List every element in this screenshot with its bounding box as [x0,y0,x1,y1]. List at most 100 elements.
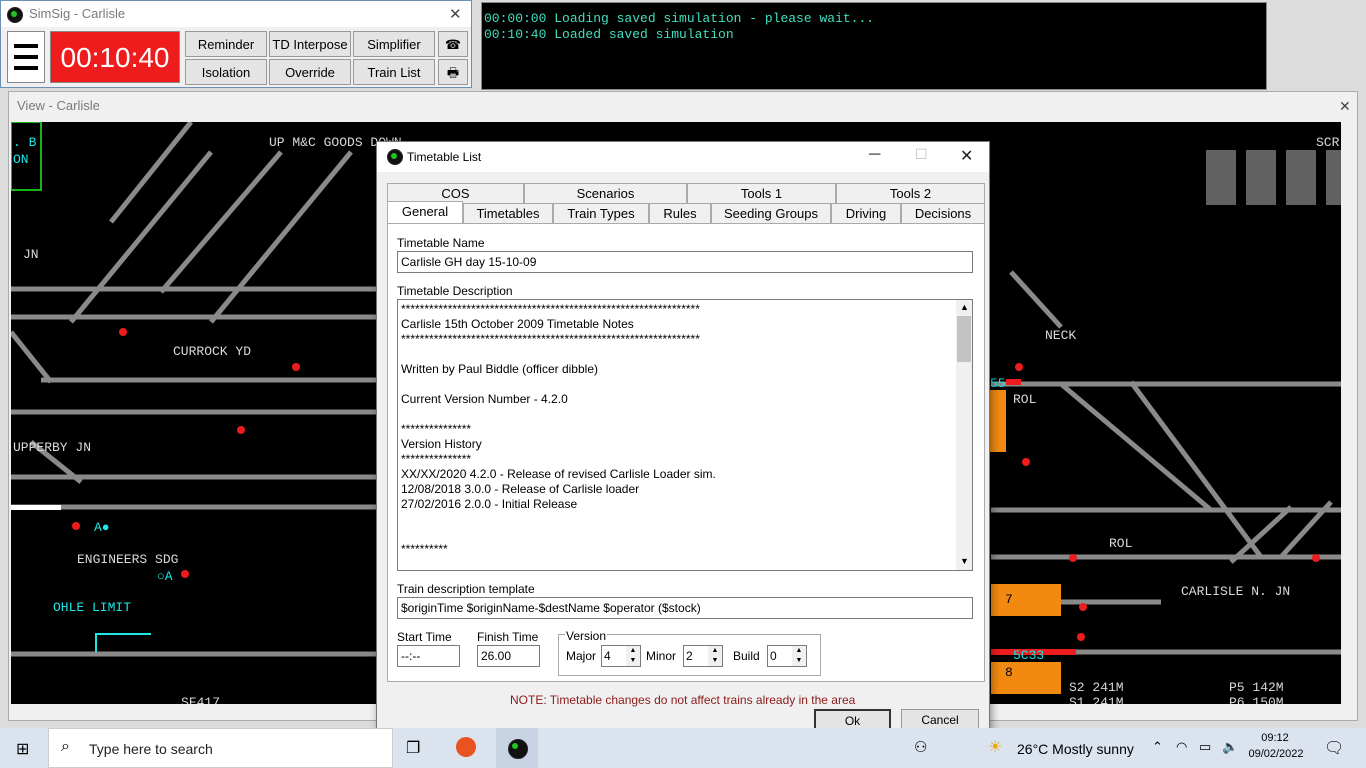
close-icon[interactable]: ✕ [449,5,462,23]
windows-taskbar: ⊞ ⌕ Type here to search ❐ ⚇ ☀ 26°C Mostl… [0,728,1366,768]
simsig-app-icon [7,7,23,23]
desc-line: *************** [401,422,472,436]
label-p6: P6 150M [1229,695,1284,704]
label-engineers-sdg: ENGINEERS SDG [77,552,179,567]
major-value: 4 [604,649,611,663]
timetable-name-label: Timetable Name [397,236,485,250]
tab-timetables[interactable]: Timetables [463,203,553,223]
label-ao: A● [94,520,110,535]
maximize-icon: ☐ [915,146,928,162]
desc-line: 12/08/2018 3.0.0 - Release of Carlisle l… [401,482,640,496]
taskbar-search-box[interactable]: ⌕ Type here to search [48,728,393,768]
label-ohle-limit: OHLE LIMIT [53,600,132,615]
timetable-description-textarea[interactable]: ****************************************… [397,299,973,571]
view-vertical-scrollbar[interactable] [1342,122,1357,704]
label-rol-1: ROL [1013,392,1037,407]
timetable-list-dialog: Timetable List ─ ☐ ✕ COS Scenarios Tools… [376,141,990,740]
major-label: Major [566,649,597,663]
label-neck: NECK [1045,328,1077,343]
tab-train-types[interactable]: Train Types [553,203,649,223]
label-b: . B [13,135,37,150]
label-p5: P5 142M [1229,680,1284,695]
tab-general[interactable]: General [387,201,463,225]
tab-tools-2[interactable]: Tools 2 [836,183,985,203]
tab-driving[interactable]: Driving [831,203,901,223]
simsig-titlebar[interactable]: SimSig - Carlisle ✕ [1,1,471,27]
minor-value: 2 [686,649,693,663]
console-line: 00:10:40 Loaded saved simulation [484,27,734,42]
scroll-thumb[interactable] [957,316,971,362]
train-list-button[interactable]: Train List [353,59,435,85]
finish-time-input[interactable]: 26.00 [477,645,540,667]
berth-8: 8 [1005,665,1013,680]
timetable-name-input[interactable]: Carlisle GH day 15-10-09 [397,251,973,273]
weather-text[interactable]: 26°C Mostly sunny [1017,741,1134,757]
tab-scenarios[interactable]: Scenarios [524,183,687,203]
description-scrollbar[interactable]: ▲ ▼ [956,300,972,570]
hamburger-menu-button[interactable] [7,31,45,83]
berth-5c33: 5C33 [1013,648,1045,663]
tab-tools-1[interactable]: Tools 1 [687,183,836,203]
battery-icon[interactable]: ▭ [1199,739,1211,755]
spin-down-icon[interactable]: ▼ [708,656,722,666]
sim-clock[interactable]: 00:10:40 [50,31,180,83]
taskbar-time[interactable]: 09:12 [1250,732,1300,744]
template-label: Train description template [397,582,535,596]
scroll-up-icon[interactable]: ▲ [960,302,969,312]
people-icon[interactable]: ⚇ [914,738,927,756]
isolation-button[interactable]: Isolation [185,59,267,85]
label-carlisle-n-jn: CARLISLE N. JN [1181,584,1291,599]
tab-decisions[interactable]: Decisions [901,203,985,223]
spin-up-icon[interactable]: ▲ [626,646,640,656]
finish-time-label: Finish Time [477,630,539,644]
desc-line: Current Version Number - 4.2.0 [401,392,568,406]
start-time-input[interactable]: --:-- [397,645,460,667]
dialog-app-icon [387,149,403,165]
task-view-icon[interactable]: ❐ [406,738,420,758]
label-scr: SCR [1316,135,1340,150]
desc-line: Carlisle 15th October 2009 Timetable Not… [401,317,634,331]
tab-cos[interactable]: COS [387,183,524,203]
dialog-titlebar[interactable]: Timetable List ─ ☐ ✕ [377,142,989,172]
simplifier-button[interactable]: Simplifier [353,31,435,57]
printer-icon[interactable]: 🖶 [438,59,468,85]
spin-down-icon[interactable]: ▼ [626,656,640,666]
timetable-description-label: Timetable Description [397,284,513,298]
simsig-taskbar-button[interactable] [496,728,538,768]
view-close-icon[interactable]: ✕ [1339,98,1351,115]
simsig-window: SimSig - Carlisle ✕ 00:10:40 Reminder TD… [0,0,472,88]
berth-55: 55 [990,376,1006,391]
notifications-icon[interactable]: 🗨 [1324,738,1344,758]
td-interpose-button[interactable]: TD Interpose [269,31,351,57]
berth-7: 7 [1005,592,1013,607]
start-time-label: Start Time [397,630,452,644]
simsig-taskbar-icon [508,739,528,759]
minor-spinner[interactable]: 2 ▲ ▼ [683,645,723,667]
firefox-icon[interactable] [456,737,476,757]
major-spinner[interactable]: 4 ▲ ▼ [601,645,641,667]
volume-icon[interactable]: 🔈 [1222,739,1238,755]
search-icon: ⌕ [61,738,70,755]
message-console[interactable]: 00:00:00 Loading saved simulation - plea… [481,2,1267,90]
override-button[interactable]: Override [269,59,351,85]
tab-rules[interactable]: Rules [649,203,711,223]
minimize-icon[interactable]: ─ [869,146,880,164]
simsig-title: SimSig - Carlisle [29,6,126,21]
weather-icon[interactable]: ☀ [988,737,1002,757]
phone-icon[interactable]: ☎ [438,31,468,57]
desc-line: *************** [401,452,472,466]
build-spinner[interactable]: 0 ▲ ▼ [767,645,807,667]
desc-line: ****************************************… [401,332,700,346]
chevron-up-icon[interactable]: ⌃ [1152,739,1163,755]
spin-up-icon[interactable]: ▲ [792,646,806,656]
template-input[interactable]: $originTime $originName-$destName $opera… [397,597,973,619]
dialog-close-icon[interactable]: ✕ [960,146,973,166]
scroll-down-icon[interactable]: ▼ [960,556,969,566]
taskbar-date[interactable]: 09/02/2022 [1246,748,1306,760]
spin-up-icon[interactable]: ▲ [708,646,722,656]
reminder-button[interactable]: Reminder [185,31,267,57]
spin-down-icon[interactable]: ▼ [792,656,806,666]
network-icon[interactable]: ◠ [1176,739,1187,755]
windows-start-icon[interactable]: ⊞ [16,739,29,759]
tab-seeding-groups[interactable]: Seeding Groups [711,203,831,223]
